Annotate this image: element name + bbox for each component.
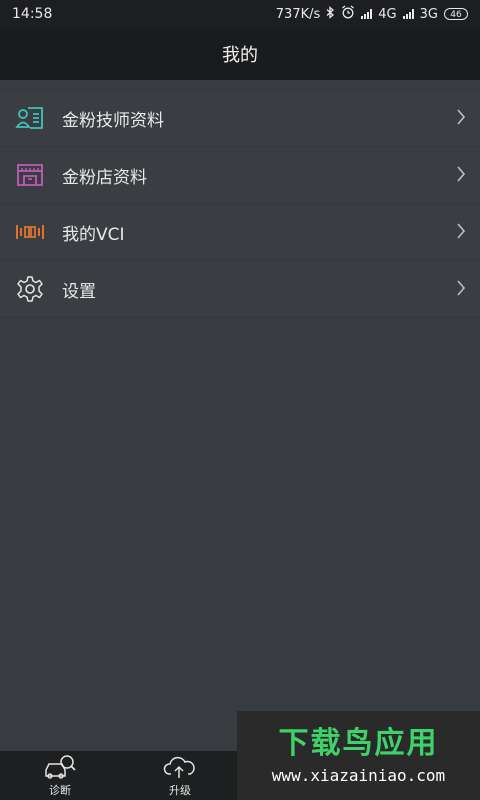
profile-menu: 金粉技师资料 金粉店资料 我的VCI 设置 — [0, 90, 480, 318]
watermark-url: www.xiazainiao.com — [271, 766, 446, 785]
network-type-2: 3G — [419, 6, 438, 22]
chevron-right-icon — [456, 165, 466, 187]
chevron-right-icon — [456, 222, 466, 244]
menu-item-label: 我的VCI — [62, 224, 125, 245]
tab-label: 升级 — [169, 784, 191, 797]
menu-item-label: 金粉店资料 — [62, 167, 147, 188]
page-header: 我的 — [0, 28, 480, 80]
chevron-right-icon — [456, 108, 466, 130]
page-title: 我的 — [222, 45, 258, 66]
battery-icon: 46 — [444, 8, 468, 20]
chevron-right-icon — [456, 279, 466, 301]
status-indicators: 737K/s 4G 3G 46 — [276, 5, 468, 23]
signal-icon-1 — [361, 9, 373, 19]
alarm-icon — [341, 5, 355, 23]
car-search-icon — [42, 752, 78, 782]
status-time: 14:58 — [12, 6, 53, 22]
tab-label: 诊断 — [49, 784, 71, 797]
store-icon — [14, 161, 46, 189]
bluetooth-icon — [326, 5, 335, 23]
menu-item-my-vci[interactable]: 我的VCI — [0, 204, 480, 261]
status-bar: 14:58 737K/s 4G 3G 46 — [0, 0, 480, 28]
watermark-title: 下载鸟应用 — [278, 726, 439, 761]
watermark-overlay: 下载鸟应用 www.xiazainiao.com — [237, 711, 480, 800]
menu-item-label: 设置 — [62, 281, 96, 302]
menu-item-technician-profile[interactable]: 金粉技师资料 — [0, 90, 480, 147]
network-speed: 737K/s — [275, 6, 321, 22]
menu-item-settings[interactable]: 设置 — [0, 261, 480, 318]
menu-item-label: 金粉技师资料 — [62, 110, 164, 131]
tab-upgrade[interactable]: 升级 — [120, 751, 240, 800]
technician-card-icon — [14, 104, 46, 132]
signal-icon-2 — [402, 9, 414, 19]
vci-device-icon — [14, 218, 46, 246]
gear-icon — [14, 275, 46, 303]
cloud-upgrade-icon — [162, 752, 198, 782]
tab-diagnose[interactable]: 诊断 — [0, 751, 120, 800]
network-type-1: 4G — [378, 6, 397, 22]
menu-item-store-profile[interactable]: 金粉店资料 — [0, 147, 480, 204]
